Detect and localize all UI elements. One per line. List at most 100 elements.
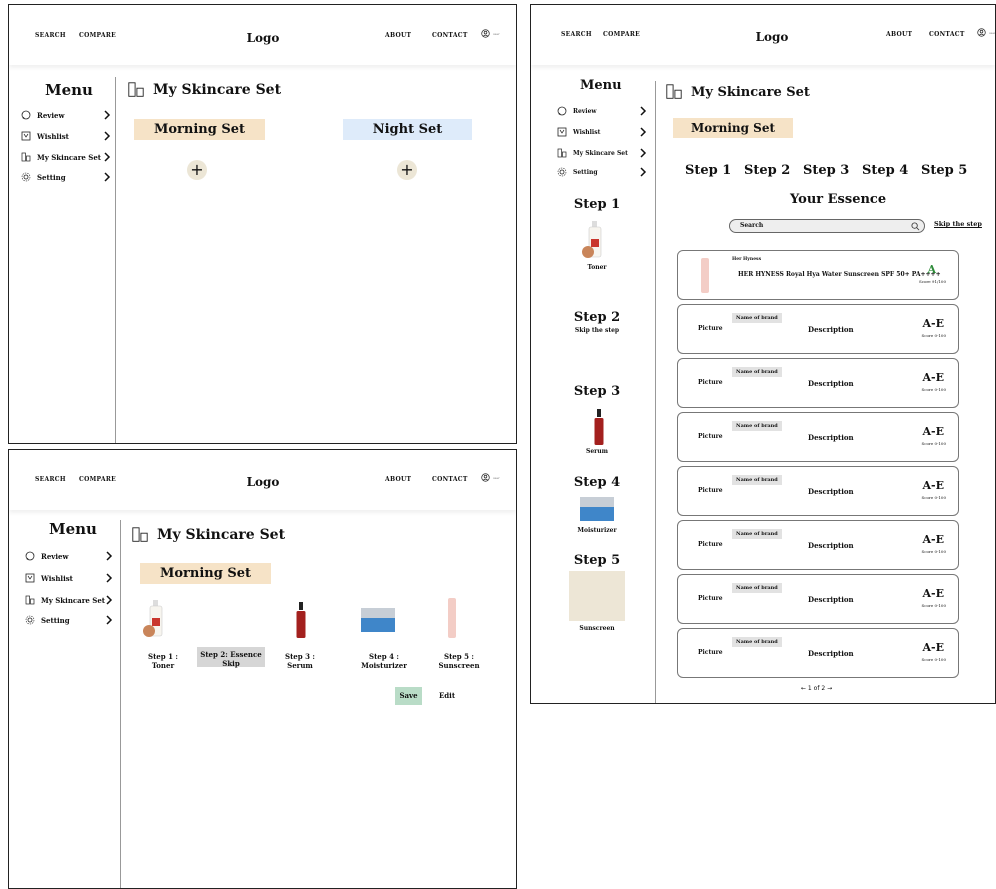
morning-set-tab[interactable]: Morning Set xyxy=(140,563,271,584)
sidebar-item-wishlist[interactable]: Wishlist xyxy=(25,573,113,583)
chevron-right-icon xyxy=(104,131,111,141)
user-menu[interactable]: user xyxy=(977,28,995,37)
product-description: Description xyxy=(808,433,854,442)
add-night-button[interactable]: + xyxy=(397,160,417,180)
product-description: Description xyxy=(808,541,854,550)
sunscreen-product-image xyxy=(701,258,709,293)
user-icon xyxy=(977,28,986,37)
nav-contact[interactable]: CONTACT xyxy=(432,476,468,483)
product-score: Score 0-100 xyxy=(921,495,946,500)
sidebar-item-wishlist[interactable]: Wishlist xyxy=(21,131,111,141)
product-picture-placeholder: Picture xyxy=(698,649,723,656)
product-card-featured[interactable]: Her Hyness HER HYNESS Royal Hya Water Su… xyxy=(677,250,959,300)
product-score: Score 0-100 xyxy=(921,549,946,554)
nav-contact[interactable]: CONTACT xyxy=(432,32,468,39)
search-field[interactable]: Search xyxy=(729,219,925,233)
sidebar-item-label: Review xyxy=(573,107,597,115)
add-morning-button[interactable]: + xyxy=(187,160,207,180)
night-set-tab[interactable]: Night Set xyxy=(343,119,472,140)
search-input[interactable]: Search xyxy=(740,222,763,229)
chevron-right-icon xyxy=(106,615,113,625)
nav-about[interactable]: ABOUT xyxy=(385,476,411,483)
sidebar-item-label: Wishlist xyxy=(573,128,601,136)
chevron-right-icon xyxy=(106,551,113,561)
sidebar-item-label: Setting xyxy=(37,172,66,182)
toner-product-image xyxy=(582,221,602,258)
product-card[interactable]: Picture Name of brand Description A-E Sc… xyxy=(677,412,959,462)
tab-step-3[interactable]: Step 3 xyxy=(803,163,849,178)
product-brand-tag: Name of brand xyxy=(732,313,782,323)
bookmark-icon xyxy=(25,573,35,583)
sidebar-item-setting[interactable]: Setting xyxy=(557,167,649,177)
tab-step-5[interactable]: Step 5 xyxy=(921,163,967,178)
product-card[interactable]: Picture Name of brand Description A-E Sc… xyxy=(677,628,959,678)
product-brand-tag: Name of brand xyxy=(732,421,782,431)
nav-about[interactable]: ABOUT xyxy=(385,32,411,39)
save-button[interactable]: Save xyxy=(395,687,422,705)
product-score: Score 0-100 xyxy=(921,387,946,392)
page-title-text: My Skincare Set xyxy=(691,84,810,100)
sidebar-item-review[interactable]: Review xyxy=(25,551,113,561)
tab-step-1[interactable]: Step 1 xyxy=(685,163,731,178)
section-title: Your Essence xyxy=(790,192,887,207)
page-title: My Skincare Set xyxy=(665,83,810,101)
logo[interactable]: Logo xyxy=(247,475,280,489)
user-icon xyxy=(481,29,490,38)
skincare-set-icon xyxy=(25,595,35,605)
skincare-set-icon xyxy=(666,84,682,99)
skip-step-link[interactable]: Skip the step xyxy=(934,220,982,228)
chevron-right-icon xyxy=(106,595,113,605)
product-card[interactable]: Picture Name of brand Description A-E Sc… xyxy=(677,304,959,354)
tab-step-4[interactable]: Step 4 xyxy=(862,163,908,178)
nav-search[interactable]: SEARCH xyxy=(35,32,66,39)
user-menu[interactable]: user xyxy=(481,473,500,482)
product-card[interactable]: Picture Name of brand Description A-E Sc… xyxy=(677,520,959,570)
product-description: Description xyxy=(808,379,854,388)
page-title: My Skincare Set xyxy=(131,526,285,544)
sidebar-item-review[interactable]: Review xyxy=(21,110,111,120)
product-card[interactable]: Picture Name of brand Description A-E Sc… xyxy=(677,466,959,516)
logo[interactable]: Logo xyxy=(756,30,789,44)
nav-compare[interactable]: COMPARE xyxy=(79,476,116,483)
product-grade: A-E xyxy=(922,425,944,438)
nav-compare[interactable]: COMPARE xyxy=(79,32,116,39)
step-3-label: Step 3 : Serum xyxy=(285,652,315,670)
chat-bubble-icon xyxy=(21,110,31,120)
search-icon[interactable] xyxy=(911,222,920,231)
panel-essence-select: SEARCH COMPARE Logo ABOUT CONTACT user M… xyxy=(530,4,996,704)
tab-step-2[interactable]: Step 2 xyxy=(744,163,790,178)
serum-product-image xyxy=(594,409,604,445)
step-2-label[interactable]: Step 2: Essence Skip xyxy=(197,647,265,668)
sidebar-item-setting[interactable]: Setting xyxy=(25,615,113,625)
product-score: Score 0-100 xyxy=(921,333,946,338)
nav-search[interactable]: SEARCH xyxy=(561,31,592,38)
product-brand: Her Hyness xyxy=(732,257,762,262)
sidebar-item-setting[interactable]: Setting xyxy=(21,172,111,182)
product-grade: A-E xyxy=(922,317,944,330)
menu-title: Menu xyxy=(45,81,93,99)
morning-set-tab[interactable]: Morning Set xyxy=(673,118,793,138)
sidebar-item-my-skincare-set[interactable]: My Skincare Set xyxy=(21,152,111,162)
edit-button[interactable]: Edit xyxy=(435,687,459,705)
sidebar-item-wishlist[interactable]: Wishlist xyxy=(557,127,649,137)
pagination[interactable]: ← 1 of 2 → xyxy=(801,685,832,692)
morning-set-tab[interactable]: Morning Set xyxy=(134,119,265,140)
chat-bubble-icon xyxy=(25,551,35,561)
nav-about[interactable]: ABOUT xyxy=(886,31,912,38)
nav-search[interactable]: SEARCH xyxy=(35,476,66,483)
side-step-1-caption: Toner xyxy=(587,264,607,271)
sidebar-item-review[interactable]: Review xyxy=(557,106,649,116)
menu-title: Menu xyxy=(580,78,622,93)
user-menu[interactable]: user xyxy=(481,29,500,38)
product-card[interactable]: Picture Name of brand Description A-E Sc… xyxy=(677,358,959,408)
product-description: Description xyxy=(808,325,854,334)
sidebar-item-my-skincare-set[interactable]: My Skincare Set xyxy=(25,595,113,605)
product-card[interactable]: Picture Name of brand Description A-E Sc… xyxy=(677,574,959,624)
side-step-2-title: Step 2 xyxy=(573,310,621,325)
product-brand-tag: Name of brand xyxy=(732,475,782,485)
nav-compare[interactable]: COMPARE xyxy=(603,31,640,38)
sidebar-item-my-skincare-set[interactable]: My Skincare Set xyxy=(557,148,649,158)
logo[interactable]: Logo xyxy=(247,31,280,45)
nav-contact[interactable]: CONTACT xyxy=(929,31,965,38)
product-score: Score 0-100 xyxy=(921,657,946,662)
